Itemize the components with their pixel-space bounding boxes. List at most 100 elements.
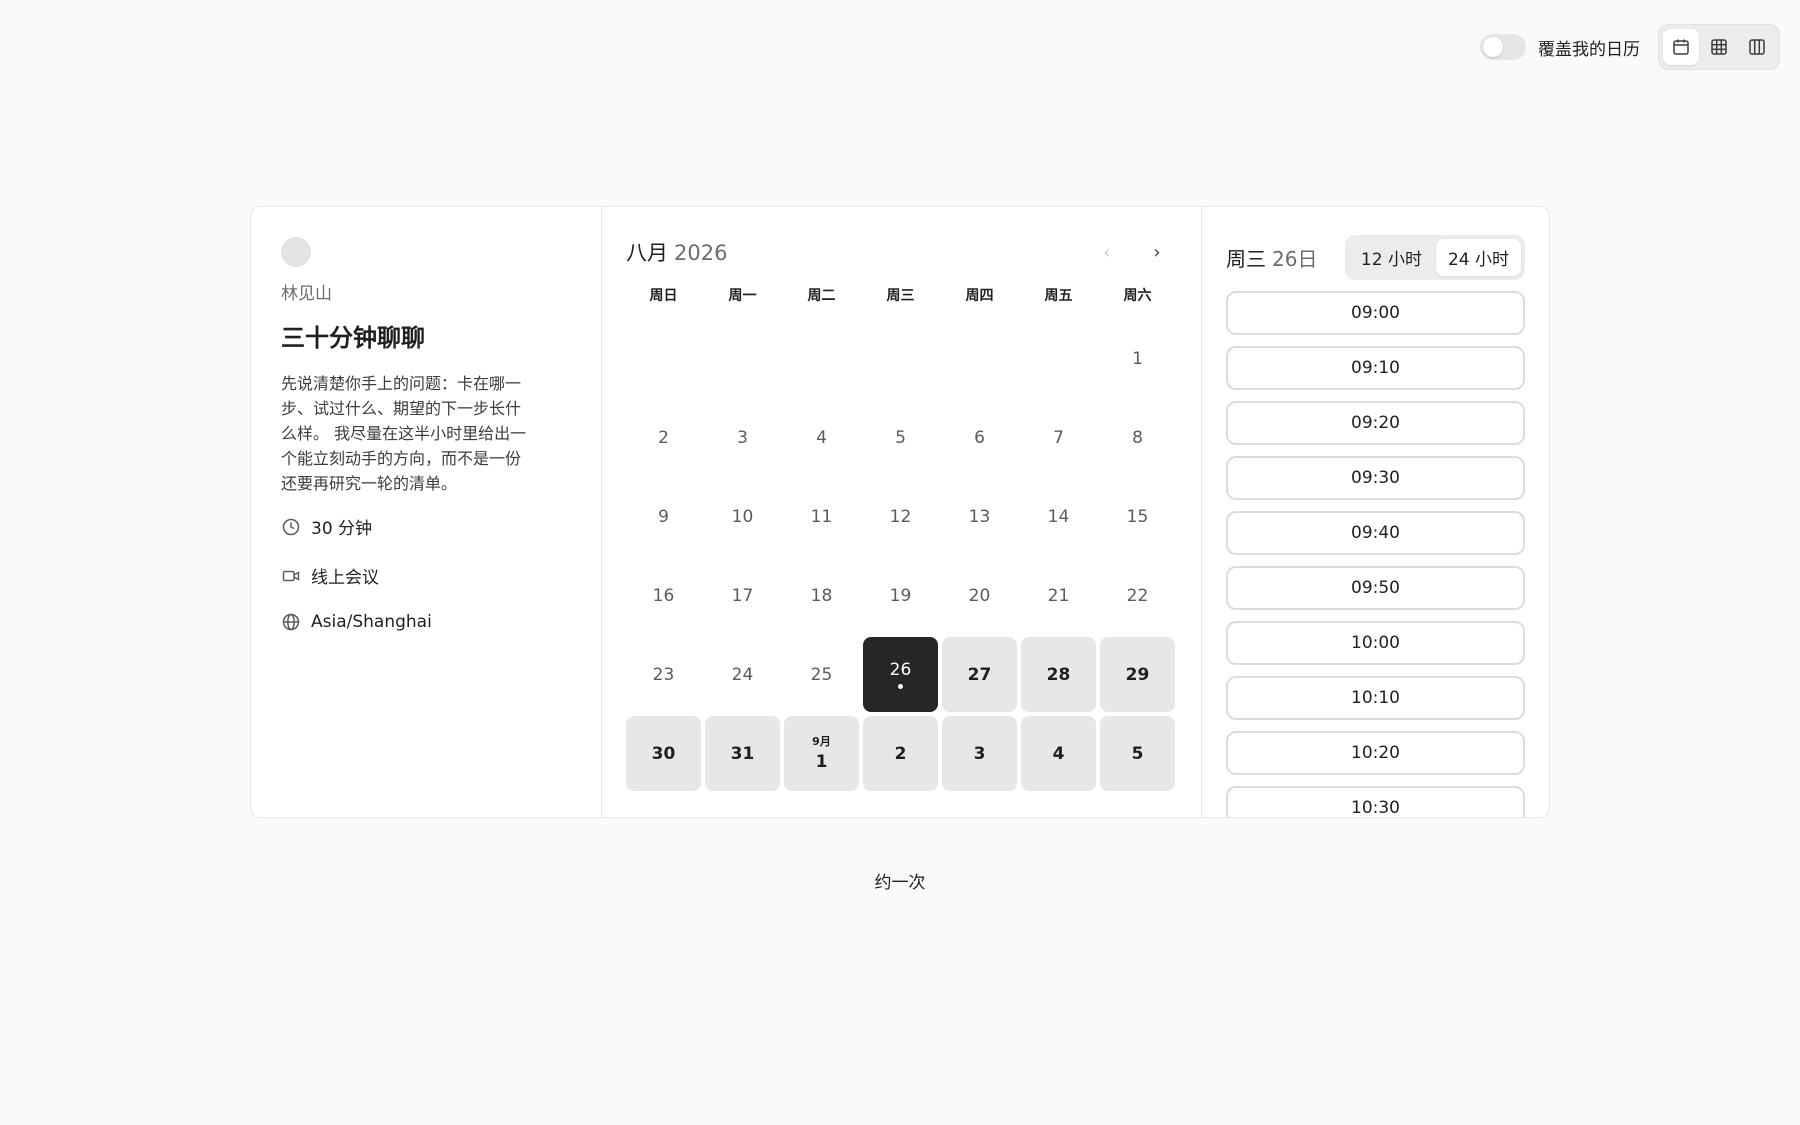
description-line: 步、试过什么、期望的下一步长什 — [281, 399, 522, 418]
time-slot-button[interactable]: 09:40 — [1226, 511, 1525, 555]
day-cell[interactable]: 9月 1 — [784, 716, 859, 791]
weekday-label: 周五 — [1044, 288, 1073, 304]
day-number: 8 — [1132, 427, 1143, 448]
day-cell: 24 — [705, 637, 780, 712]
day-number: 19 — [889, 585, 912, 606]
description-line: 么样。 我尽量在这半小时里给出一 — [281, 424, 527, 443]
format-24h-button[interactable]: 24 小时 — [1435, 238, 1521, 276]
day-cell[interactable]: 30 — [626, 716, 701, 791]
day-cell: 17 — [705, 558, 780, 633]
day-cell[interactable]: 3 — [942, 716, 1017, 791]
today-dot-icon — [898, 684, 903, 689]
time-slot-button[interactable]: 09:20 — [1226, 401, 1525, 445]
calendar-nav: ‹ › — [1095, 240, 1169, 264]
day-month-label: 9月 — [812, 734, 831, 748]
day-cell: 5 — [863, 400, 938, 475]
book-again-link[interactable]: 约一次 — [0, 868, 1800, 893]
time-slot-button[interactable]: 09:10 — [1226, 346, 1525, 390]
top-toolbar: 覆盖我的日历 — [1480, 24, 1780, 70]
day-number: 20 — [968, 585, 991, 606]
time-format-switch: 12 小时 24 小时 — [1344, 234, 1525, 280]
calendar-icon — [1673, 39, 1689, 55]
day-number: 25 — [810, 664, 833, 685]
day-number: 5 — [1131, 743, 1144, 764]
day-number: 3 — [737, 427, 748, 448]
week-view-button[interactable] — [1701, 29, 1737, 65]
day-number: 1 — [815, 751, 828, 772]
calendar-month: 八月 — [626, 241, 668, 265]
grid-icon — [1711, 39, 1727, 55]
month-view-button[interactable] — [1663, 29, 1699, 65]
day-number: 4 — [1052, 743, 1065, 764]
timezone-text: Asia/Shanghai — [311, 612, 432, 632]
day-cell: 22 — [1100, 558, 1175, 633]
calendar-pane: 八月 2026 ‹ › 周日 周一 周二 周三 周四 周五 周六 1 2 3 4 5 6 7 8 9 10 11 1… — [602, 207, 1202, 817]
day-cell[interactable]: 5 — [1100, 716, 1175, 791]
duration-text: 30 分钟 — [311, 519, 373, 539]
time-slot-button[interactable]: 09:30 — [1226, 456, 1525, 500]
day-number: 27 — [967, 664, 992, 685]
day-cell: 15 — [1100, 479, 1175, 554]
overlay-calendar-label: 覆盖我的日历 — [1538, 39, 1640, 60]
day-cell[interactable]: 4 — [1021, 716, 1096, 791]
location-text: 线上会议 — [311, 568, 379, 588]
time-slot-button[interactable]: 09:50 — [1226, 566, 1525, 610]
columns-icon — [1749, 39, 1765, 55]
time-slot-button[interactable]: 10:00 — [1226, 621, 1525, 665]
day-cell: 14 — [1021, 479, 1096, 554]
weekday-label: 周二 — [807, 288, 836, 304]
day-number: 5 — [895, 427, 906, 448]
selected-day-cell[interactable]: 26 — [863, 637, 938, 712]
day-number: 12 — [889, 506, 912, 527]
format-12h-button[interactable]: 12 小时 — [1349, 239, 1434, 276]
day-number: 23 — [652, 664, 675, 685]
description-line: 先说清楚你手上的问题：卡在哪一 — [281, 374, 522, 393]
day-cell: 20 — [942, 558, 1017, 633]
day-number: 24 — [731, 664, 754, 685]
day-cell[interactable]: 27 — [942, 637, 1017, 712]
day-number: 26 — [889, 660, 912, 680]
day-number: 1 — [1132, 348, 1143, 369]
time-slot-button[interactable]: 10:30 — [1226, 786, 1525, 817]
day-cell[interactable]: 31 — [705, 716, 780, 791]
time-slot-button[interactable]: 09:00 — [1226, 291, 1525, 335]
day-number: 17 — [731, 585, 754, 606]
event-description: 先说清楚你手上的问题：卡在哪一 步、试过什么、期望的下一步长什 么样。 我尽量在… — [281, 371, 551, 496]
day-number: 2 — [894, 743, 907, 764]
day-cell[interactable]: 29 — [1100, 637, 1175, 712]
prev-month-button[interactable]: ‹ — [1095, 240, 1119, 264]
day-cell: 10 — [705, 479, 780, 554]
day-number: 14 — [1047, 506, 1070, 527]
time-slot-button[interactable]: 10:10 — [1226, 676, 1525, 720]
day-grid: 1 2 3 4 5 6 7 8 9 10 11 12 13 14 15 16 17 18 19 20 21 22 23 24 2… — [626, 321, 1177, 791]
day-cell: 25 — [784, 637, 859, 712]
empty-day-cell — [1021, 321, 1096, 396]
weekday-label: 周日 — [649, 288, 678, 304]
next-month-button[interactable]: › — [1145, 240, 1169, 264]
slot-list: 09:00 09:10 09:20 09:30 09:40 09:50 10:00 10:10… — [1226, 291, 1525, 817]
clock-icon — [282, 518, 300, 535]
day-number: 18 — [810, 585, 833, 606]
overlay-calendar-toggle[interactable] — [1480, 34, 1526, 60]
day-number: 29 — [1125, 664, 1150, 685]
day-number: 2 — [658, 427, 669, 448]
timezone-row[interactable]: Asia/Shanghai — [281, 612, 571, 632]
day-cell: 19 — [863, 558, 938, 633]
day-number: 13 — [968, 506, 991, 527]
column-view-button[interactable] — [1739, 29, 1775, 65]
day-cell[interactable]: 2 — [863, 716, 938, 791]
day-cell[interactable]: 28 — [1021, 637, 1096, 712]
selected-weekday: 周三 — [1226, 246, 1266, 271]
day-cell: 7 — [1021, 400, 1096, 475]
description-line: 个能立刻动手的方向，而不是一份 — [281, 449, 522, 468]
weekday-header: 周日 周一 周二 周三 周四 周五 周六 — [626, 285, 1177, 305]
day-number: 21 — [1047, 585, 1070, 606]
day-number: 31 — [730, 743, 755, 764]
weekday-label: 周三 — [886, 288, 915, 304]
day-number: 22 — [1126, 585, 1149, 606]
day-cell: 12 — [863, 479, 938, 554]
time-slot-button[interactable]: 10:20 — [1226, 731, 1525, 775]
day-number: 7 — [1053, 427, 1064, 448]
weekday-label: 周一 — [728, 288, 757, 304]
day-cell: 4 — [784, 400, 859, 475]
